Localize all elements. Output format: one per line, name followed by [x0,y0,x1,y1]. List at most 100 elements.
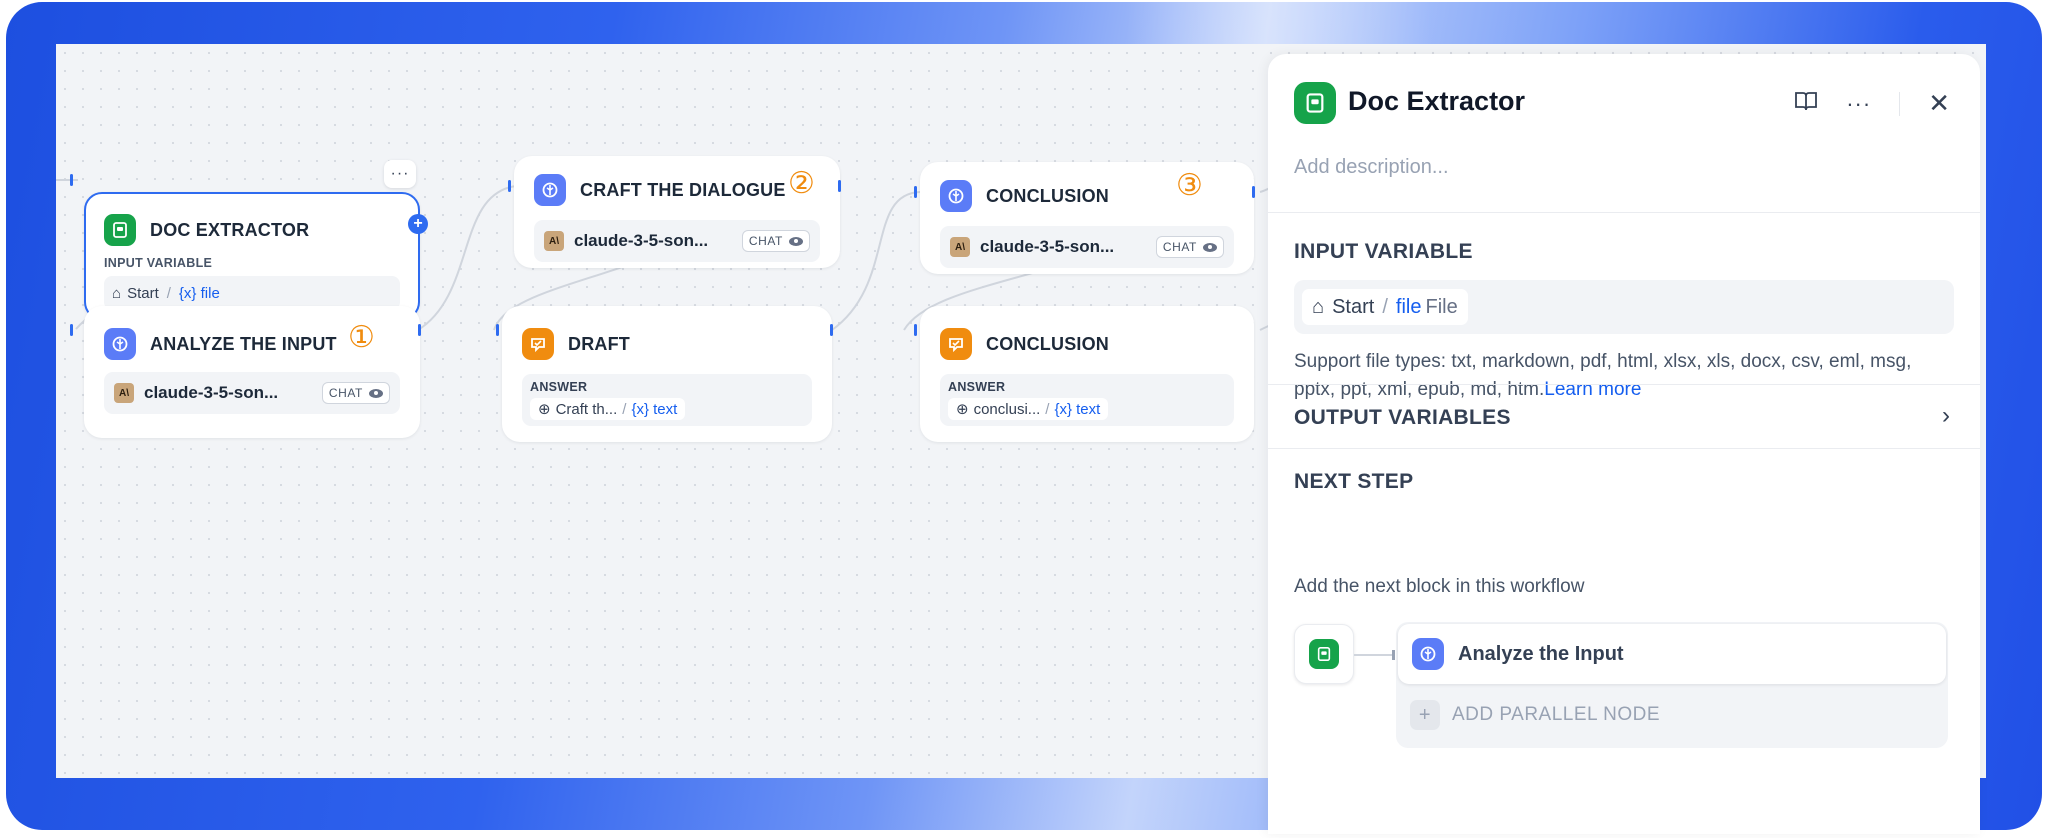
step-badge: ① [348,321,375,354]
llm-ref-icon: ⊕ [956,401,969,418]
node-handle[interactable] [70,324,73,336]
node-craft-dialogue[interactable]: CRAFT THE DIALOGUE ② A\ claude-3-5-son..… [514,156,840,268]
eye-icon [369,388,383,398]
eye-icon [1203,242,1217,252]
divider [1268,384,1980,385]
divider [1268,448,1980,449]
node-more-button[interactable]: ··· [384,160,416,188]
node-header: CONCLUSION [940,180,1109,212]
chat-tag: CHAT [321,382,390,404]
text-var: {x} text [1054,400,1101,418]
answer-variable: ⊕ conclusi... / {x} text [948,398,1109,420]
source-node: Craft th... [555,400,618,418]
node-analyze-input[interactable]: ANALYZE THE INPUT ① A\ claude-3-5-son...… [84,306,420,438]
model-name: claude-3-5-son... [144,383,279,402]
answer-label: ANSWER [530,380,588,394]
node-title: DOC EXTRACTOR [150,219,310,240]
add-parallel-label: ADD PARALLEL NODE [1452,704,1661,725]
node-header: CONCLUSION [940,328,1109,360]
node-settings-panel: Doc Extractor ··· ✕ Add description... I… [1268,54,1980,834]
home-icon: ⌂ [112,284,122,302]
next-step-subtitle: Add the next block in this workflow [1294,576,1585,597]
node-draft[interactable]: DRAFT ANSWER ⊕ Craft th... / {x} text [502,306,832,442]
next-node-label: Analyze the Input [1458,642,1624,665]
node-handle[interactable] [508,180,511,192]
step-badge: ③ [1176,169,1203,202]
add-next-plus-icon[interactable]: + [408,214,428,234]
doc-extractor-icon [104,214,136,246]
answer-variable: ⊕ Craft th... / {x} text [530,398,686,420]
start-ref: Start [127,284,159,302]
input-variable-field[interactable]: ⌂ Start / file File [1294,280,1954,334]
answer-label: ANSWER [948,380,1006,394]
node-handle[interactable] [70,174,73,186]
anthropic-icon: A\ [950,237,970,257]
node-header: CRAFT THE DIALOGUE [534,174,786,206]
model-pill[interactable]: A\ claude-3-5-son... CHAT [104,372,400,414]
model-name: claude-3-5-son... [980,237,1115,256]
home-icon: ⌂ [1312,295,1325,318]
answer-box[interactable]: ANSWER ⊕ Craft th... / {x} text [522,374,812,426]
input-variable-title: INPUT VARIABLE [1294,240,1473,263]
node-handle[interactable] [838,180,841,192]
model-name: claude-3-5-son... [574,231,709,250]
anthropic-icon: A\ [114,383,134,403]
learn-more-link[interactable]: Learn more [1544,379,1641,400]
chevron-right-icon[interactable]: › [1942,402,1950,430]
node-title: CRAFT THE DIALOGUE [580,179,786,200]
node-handle[interactable] [418,324,421,336]
book-icon[interactable] [1794,90,1818,118]
node-conclusion-answer[interactable]: CONCLUSION ANSWER ⊕ conclusi... / {x} te… [920,306,1254,442]
more-icon[interactable]: ··· [1846,91,1871,117]
next-step-list: Analyze the Input + ADD PARALLEL NODE [1396,622,1948,748]
panel-title[interactable]: Doc Extractor [1348,86,1525,117]
anthropic-icon: A\ [544,231,564,251]
divider [1899,91,1901,116]
output-variables-title[interactable]: OUTPUT VARIABLES [1294,406,1511,430]
llm-ref-icon: ⊕ [538,401,551,418]
node-handle[interactable] [496,324,499,336]
doc-extractor-icon [1309,639,1339,669]
next-step-title: NEXT STEP [1294,470,1414,493]
input-variable-label: INPUT VARIABLE [104,256,213,270]
var-name: file [1395,295,1422,318]
node-handle[interactable] [1252,186,1255,198]
divider [1268,212,1980,213]
llm-icon [1412,638,1444,670]
file-var: {x} file [178,284,220,302]
llm-icon [534,174,566,206]
description-input[interactable]: Add description... [1294,156,1449,179]
node-title: CONCLUSION [986,185,1109,206]
answer-icon [940,328,972,360]
source-node: conclusi... [973,400,1041,418]
node-header: DRAFT [522,328,630,360]
variable-chip[interactable]: ⌂ Start / file File [1302,289,1468,325]
node-handle[interactable] [914,324,917,336]
input-variable-pill[interactable]: ⌂ Start / {x} file [104,276,400,310]
node-handle[interactable] [830,324,833,336]
model-pill[interactable]: A\ claude-3-5-son... CHAT [534,220,820,262]
edge-analyze-to-craft [417,185,517,331]
step-badge: ② [788,167,815,200]
node-doc-extractor[interactable]: DOC EXTRACTOR INPUT VARIABLE ⌂ Start / {… [84,192,428,320]
node-title: ANALYZE THE INPUT [150,333,337,354]
start-ref: Start [1332,295,1375,318]
llm-icon [104,328,136,360]
doc-extractor-icon [1294,82,1336,124]
model-pill[interactable]: A\ claude-3-5-son... CHAT [940,226,1234,268]
node-handle[interactable] [914,186,917,198]
connector-line [1354,650,1395,660]
next-node-analyze-input[interactable]: Analyze the Input [1398,624,1946,684]
close-icon[interactable]: ✕ [1928,88,1950,119]
node-conclusion-llm[interactable]: CONCLUSION ③ A\ claude-3-5-son... CHAT [920,162,1254,274]
chat-tag: CHAT [1155,236,1224,258]
llm-icon [940,180,972,212]
current-node-icon [1294,624,1354,684]
path-separator: / [166,284,171,302]
node-title: CONCLUSION [986,333,1109,354]
add-parallel-node-button[interactable]: + ADD PARALLEL NODE [1410,700,1660,730]
answer-box[interactable]: ANSWER ⊕ conclusi... / {x} text [940,374,1234,426]
node-title: DRAFT [568,333,630,354]
chat-tag: CHAT [741,230,810,252]
eye-icon [789,236,803,246]
